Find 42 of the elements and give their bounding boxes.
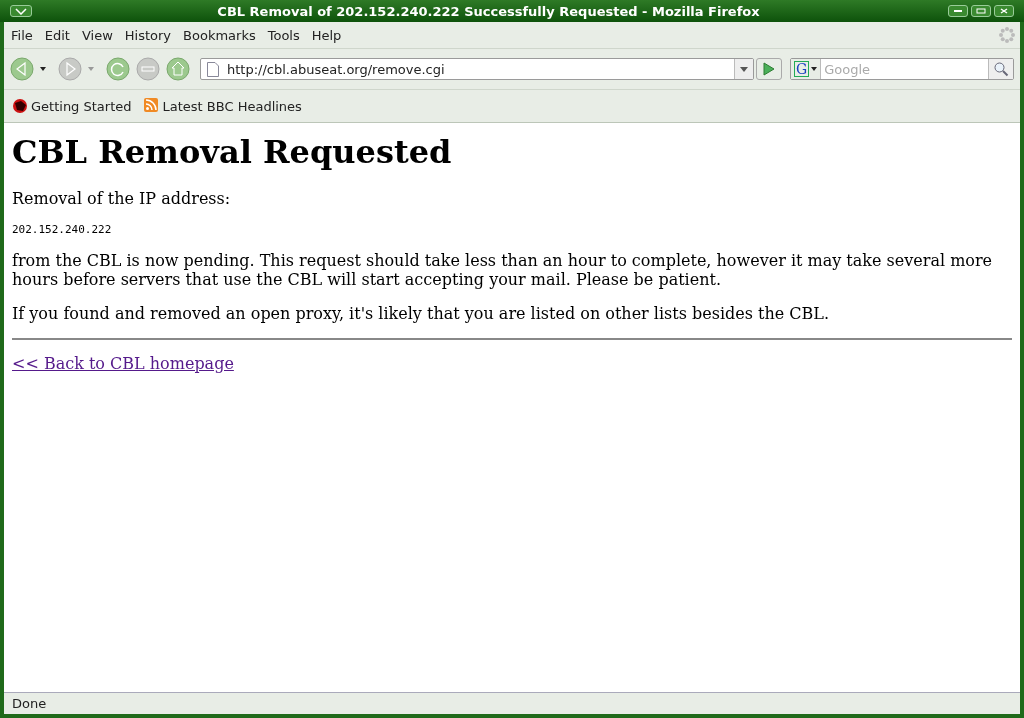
home-button[interactable] bbox=[166, 57, 190, 81]
paragraph: from the CBL is now pending. This request should take less than an hour to complete, however it may take several more hours before servers that use the CBL will start accepting your mail. Please be patient. bbox=[12, 251, 994, 289]
menu-item[interactable]: Edit bbox=[44, 27, 70, 43]
menu-item[interactable]: View bbox=[81, 27, 113, 43]
bookmark-item[interactable]: Latest BBC Headlines bbox=[143, 98, 302, 114]
menu-item[interactable]: Bookmarks bbox=[183, 27, 256, 43]
back-button[interactable] bbox=[10, 57, 34, 81]
dropdown-arrow-icon bbox=[811, 67, 818, 71]
play-arrow-icon bbox=[763, 62, 775, 76]
chevron-down-icon bbox=[15, 7, 27, 15]
go-button[interactable] bbox=[756, 58, 782, 80]
dropdown-arrow-icon[interactable] bbox=[40, 67, 46, 71]
reload-button[interactable] bbox=[106, 57, 130, 81]
dropdown-arrow-icon bbox=[740, 66, 748, 72]
search-bar[interactable]: G Google bbox=[790, 58, 1014, 80]
homepage-link[interactable]: << Back to CBL homepage bbox=[12, 354, 234, 373]
page-heading: CBL Removal Requested bbox=[12, 133, 453, 171]
menu-item[interactable]: History bbox=[124, 27, 172, 43]
window-title: CBL Removal of 202.152.240.222 Successfully Requested - Mozilla Firefox bbox=[216, 3, 761, 19]
window-menu-button[interactable] bbox=[10, 5, 32, 17]
page-icon bbox=[207, 61, 219, 77]
url-text: http://cbl.abuseat.org/remove.cgi bbox=[227, 61, 446, 77]
throbber-icon bbox=[998, 26, 1016, 44]
status-text: Done bbox=[12, 696, 47, 711]
menu-item[interactable]: File bbox=[11, 27, 33, 43]
ip-address: 202.152.240.222 bbox=[12, 223, 113, 236]
menu-item[interactable]: Help bbox=[311, 27, 342, 43]
feed-icon bbox=[143, 98, 160, 114]
maximize-icon bbox=[976, 8, 986, 14]
menu-item[interactable]: Tools bbox=[267, 27, 300, 43]
close-button[interactable] bbox=[994, 5, 1014, 17]
paragraph: If you found and removed an open proxy, it's likely that you are listed on other lists besides the CBL. bbox=[12, 304, 831, 323]
address-bar[interactable]: http://cbl.abuseat.org/remove.cgi bbox=[200, 58, 754, 80]
search-icon[interactable] bbox=[988, 59, 1013, 79]
maximize-button[interactable] bbox=[971, 5, 991, 17]
close-icon bbox=[999, 8, 1009, 14]
magnifier-icon bbox=[993, 61, 1009, 77]
history-dropdown-button[interactable] bbox=[734, 59, 753, 79]
bookmark-item[interactable]: Getting Started bbox=[12, 98, 132, 114]
minimize-button[interactable] bbox=[948, 5, 968, 17]
intro-text: Removal of the IP address: bbox=[12, 189, 232, 208]
search-engine-button[interactable]: G bbox=[791, 59, 822, 79]
